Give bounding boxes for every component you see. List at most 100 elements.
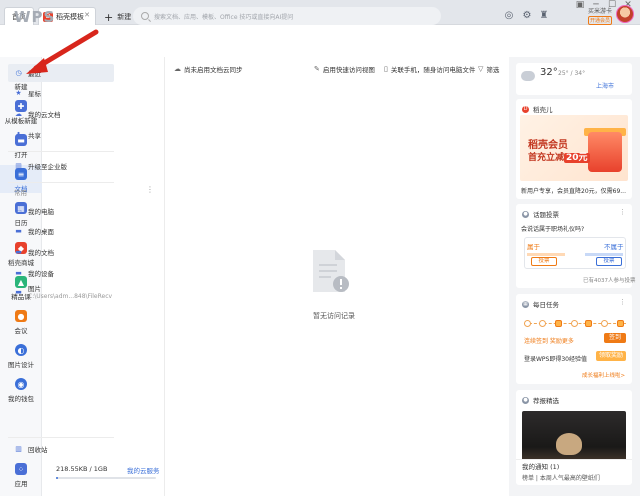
checkin-note: 连续签到 奖励更多	[524, 338, 574, 345]
gift-icon	[555, 320, 562, 327]
pin-icon: ✎	[314, 65, 320, 73]
nav-label: 星标	[28, 90, 41, 98]
notification-text: 榜单 | 本周人气最高的壁纸们	[522, 475, 600, 482]
rail-item-image-design[interactable]: ◐ 图片设计	[0, 344, 42, 369]
share-icon: ♣	[15, 131, 22, 139]
vote-yes-button[interactable]: 投票	[531, 257, 557, 266]
more-icon[interactable]: ⋮	[146, 185, 154, 194]
nav-label: 我的电脑	[28, 208, 54, 216]
promo-subhead: 首充立减 20元	[528, 150, 590, 163]
rail-item-apps[interactable]: ⁘ 应用	[0, 463, 42, 488]
trash-icon: ▥	[15, 445, 22, 453]
rail-item-meeting[interactable]: ● 会议	[0, 310, 42, 335]
storage-usage: 218.55KB / 1GB	[56, 465, 108, 473]
sign-in-button[interactable]: 签到	[604, 333, 626, 343]
nav-label: 我的云文档	[28, 111, 61, 119]
nav-item-my-desktop[interactable]: ▬ 我的桌面	[8, 222, 114, 240]
rail-label: 图片设计	[8, 361, 34, 369]
phone-icon: ▯	[384, 65, 388, 73]
promo-price: 20元	[564, 153, 590, 163]
card-title-label: 荐报精选	[533, 397, 559, 405]
card-title: ● 荐报精选	[522, 395, 559, 405]
new-tab-button[interactable]: + 新建	[104, 8, 131, 26]
nav-divider	[8, 151, 114, 152]
user-name: 买米游卡	[587, 8, 612, 15]
poll-option-no: 不属于	[604, 243, 624, 251]
search-icon	[141, 12, 149, 20]
poll-option-yes: 属于	[527, 243, 540, 251]
promo-description: 新用户专享，会员直降20元，仅需69...	[521, 188, 626, 195]
shirt-icon[interactable]: ♜	[538, 10, 550, 22]
new-tab-label: 新建	[117, 13, 132, 21]
nav-item-starred[interactable]: ★ 星标	[8, 84, 114, 102]
nav-item-my-computer[interactable]: ▭ 我的电脑	[8, 202, 114, 220]
search-input[interactable]: 搜索文档、应用、模板、Office 技巧或直接向AI提问	[133, 7, 441, 25]
headset-icon[interactable]: ◎	[503, 10, 515, 22]
checkin-day-dot	[571, 320, 578, 327]
notification-title[interactable]: 我的通知 (1)	[522, 461, 559, 471]
nav-item-recycle-bin[interactable]: ▥ 回收站	[8, 440, 114, 458]
nav-item-shared[interactable]: ♣ 共享	[8, 126, 114, 144]
computer-icon: ▭	[15, 207, 22, 215]
avatar[interactable]	[616, 5, 634, 23]
claim-reward-button[interactable]: 领取奖励	[596, 351, 626, 361]
promo-subhead-text: 首充立减	[528, 153, 565, 163]
nav-item-upgrade-enterprise[interactable]: ▥ 升级至企业版	[8, 157, 114, 175]
enterprise-icon: ▥	[15, 162, 22, 170]
rail-label: 会议	[14, 327, 28, 335]
calendar-icon: ▦	[522, 300, 529, 308]
growth-benefits-link[interactable]: 成长福利上线啦>	[582, 371, 625, 379]
picture-folder-icon: ▬	[15, 287, 22, 296]
review-icon: ●	[522, 396, 529, 404]
search-placeholder: 搜索文档、应用、模板、Office 技巧或直接向AI提问	[154, 13, 294, 21]
card-title-label: 每日任务	[533, 301, 559, 309]
poll-bar-yes	[527, 253, 565, 256]
phone-link-label: 关联手机，随身访问电脑文件	[390, 66, 476, 74]
quick-view-label: 启用快速访问视图	[322, 66, 375, 74]
user-info[interactable]: 买米游卡 开通会员	[582, 6, 612, 25]
nav-label: 我的文档	[28, 249, 54, 257]
card-title-label: 话题投票	[533, 211, 559, 219]
nav-item-pictures[interactable]: ▬ 图片 C:\Users\adm...848\FileRecv	[8, 285, 114, 307]
filter-button[interactable]: ▽ 筛选	[478, 64, 499, 74]
quick-view-button[interactable]: ✎ 启用快速访问视图	[314, 64, 375, 74]
storage-bar	[56, 477, 156, 479]
rail-item-wallet[interactable]: ◉ 我的钱包	[0, 378, 42, 403]
apps-icon: ⁘	[15, 463, 27, 475]
more-icon[interactable]: ⋮	[619, 208, 626, 216]
phone-link-button[interactable]: ▯ 关联手机，随身访问电脑文件	[384, 64, 475, 74]
filter-label: 筛选	[486, 66, 500, 74]
wps-logo: WPS	[14, 8, 56, 26]
nav-item-cloud-docs[interactable]: ☁ 我的云文档	[8, 105, 114, 123]
wallet-icon: ◉	[15, 378, 27, 390]
cloud-service-link[interactable]: 我的云服务	[127, 465, 160, 475]
daoke-logo-icon: D	[522, 105, 529, 113]
storage-bar-fill	[56, 477, 58, 479]
cloud-sync-status[interactable]: ☁ 尚未启用文档云同步	[174, 64, 243, 74]
nav-path: C:\Users\adm...848\FileRecv	[28, 293, 113, 300]
login-task-text: 登录WPS即得30经验值	[524, 356, 587, 363]
more-icon[interactable]: ⋮	[619, 298, 626, 306]
gift-icon	[585, 320, 592, 327]
nav-item-my-devices[interactable]: ▬ 我的设备	[8, 264, 114, 282]
poll-question: 会说话属于职场礼仪吗?	[521, 226, 585, 233]
empty-state-text: 暂无访问记录	[313, 312, 355, 320]
nav-label: 共享	[28, 132, 41, 140]
weather-city[interactable]: 上海市	[596, 81, 614, 90]
nav-divider	[8, 182, 114, 183]
promo-headline: 稻壳会员	[528, 140, 568, 151]
poll-participant-count: 已有4037人参与投票	[583, 278, 636, 284]
vote-no-button[interactable]: 投票	[596, 257, 622, 266]
nav-label: 我的桌面	[28, 228, 54, 236]
skin-icon[interactable]: ⚙	[521, 10, 533, 22]
close-tab-icon[interactable]: ✕	[84, 11, 90, 19]
nav-label: 升级至企业版	[28, 163, 67, 171]
card-title-label: 稻壳儿	[533, 106, 553, 114]
member-badge[interactable]: 开通会员	[587, 16, 612, 25]
tea-cup-image	[556, 433, 582, 455]
device-icon: ▬	[15, 269, 22, 277]
gift-box-body	[588, 132, 622, 172]
nav-item-my-documents[interactable]: ▬ 我的文档	[8, 243, 114, 261]
card-title: ▦ 每日任务	[522, 299, 559, 309]
checkin-day-dot	[601, 320, 608, 327]
